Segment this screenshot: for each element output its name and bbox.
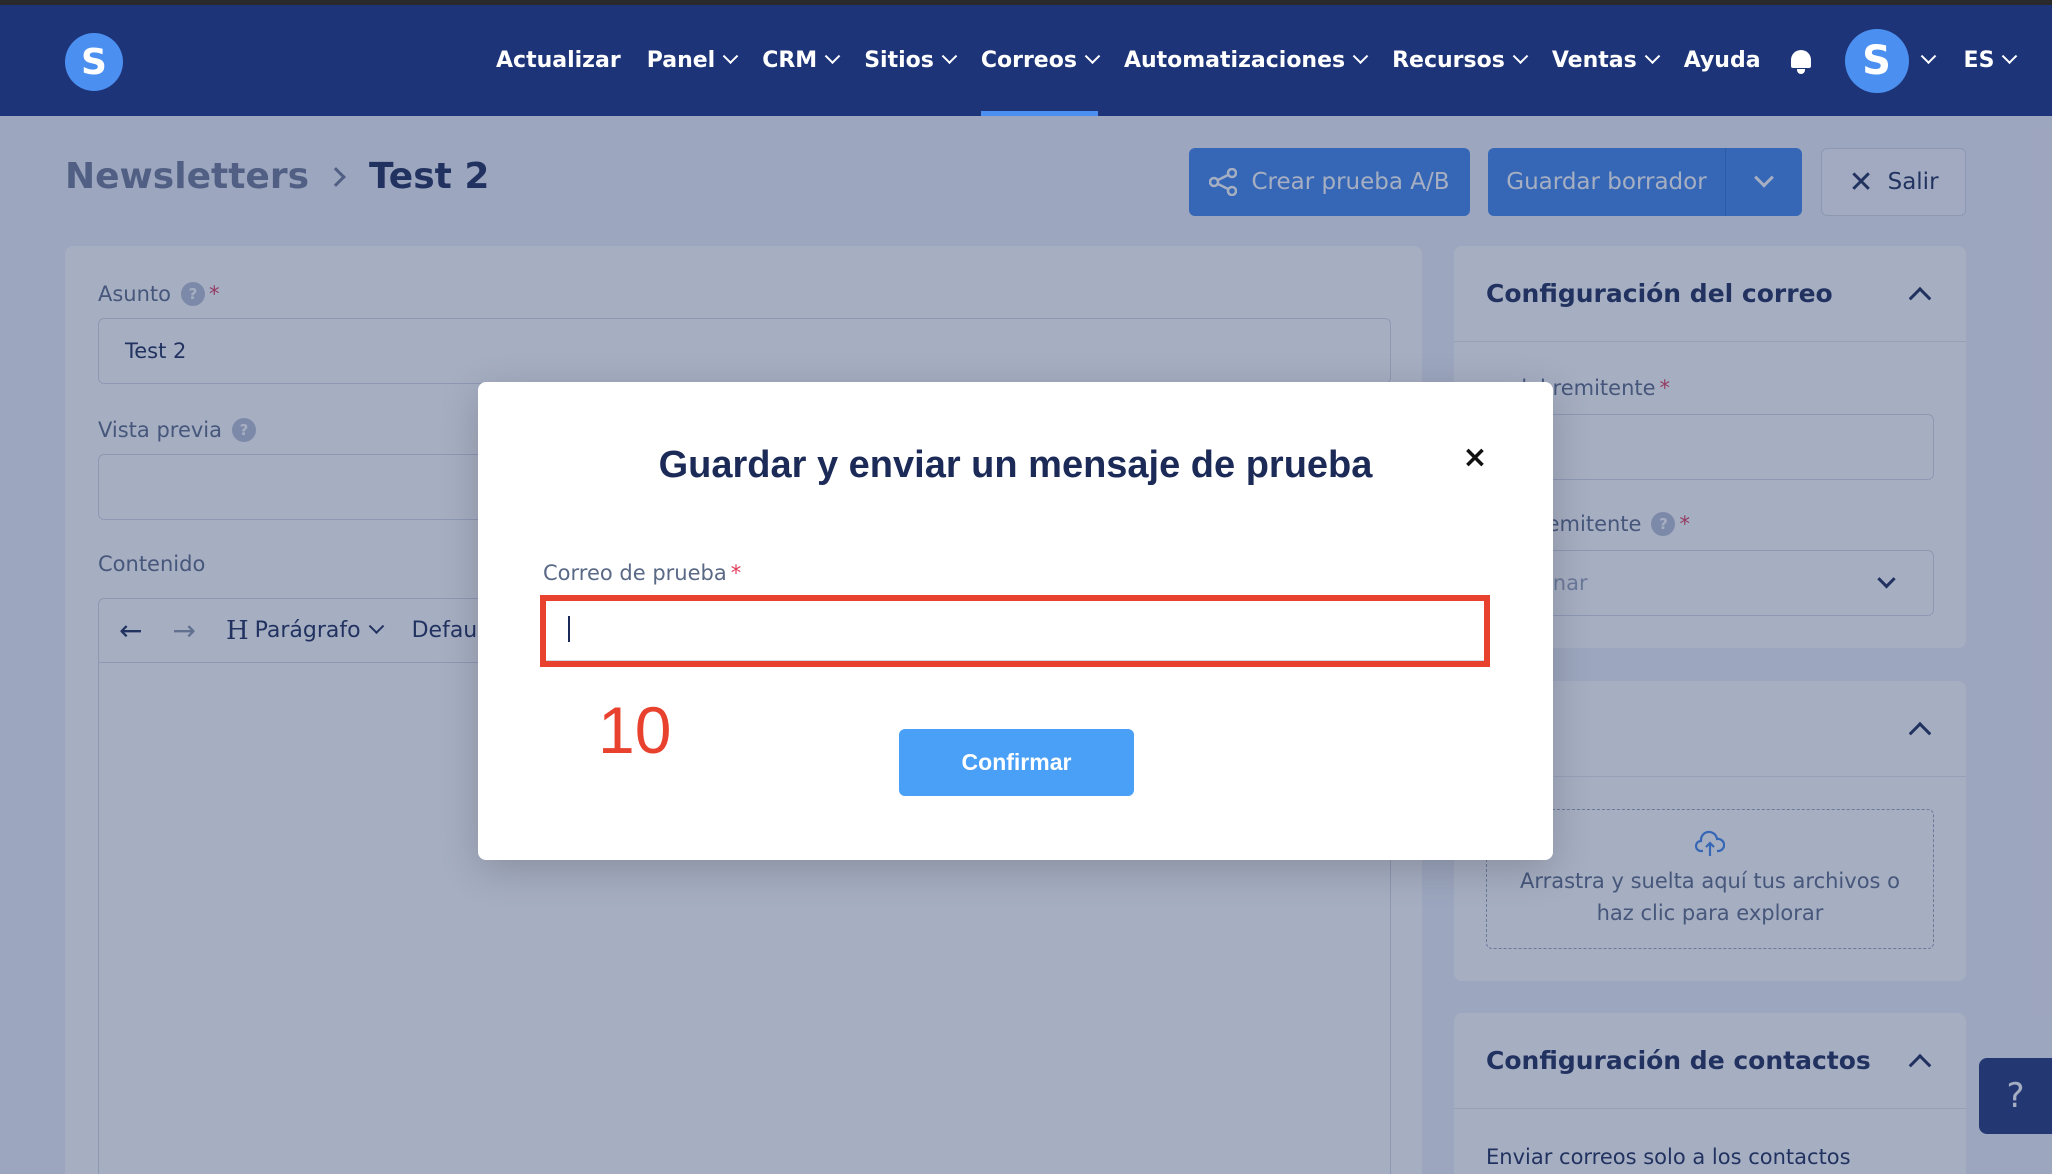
text-cursor	[568, 616, 570, 642]
nav-item-crm[interactable]: CRM	[762, 5, 841, 116]
annotation-step-number: 10	[598, 693, 672, 767]
nav-item-label: Panel	[646, 48, 716, 73]
chevron-down-icon	[1352, 48, 1369, 65]
chevron-down-icon	[1644, 48, 1660, 65]
app-logo[interactable]: S	[65, 33, 123, 91]
required-marker: *	[730, 561, 742, 585]
language-selector[interactable]: ES	[1963, 5, 2018, 116]
test-email-input[interactable]	[543, 597, 1487, 661]
chevron-down-icon	[722, 48, 739, 65]
nav-item-label: Actualizar	[496, 48, 621, 73]
nav-item-label: Ventas	[1551, 48, 1637, 73]
language-label: ES	[1963, 48, 1995, 73]
nav-item-ventas[interactable]: Ventas	[1551, 5, 1660, 116]
nav-item-automatizaciones[interactable]: Automatizaciones	[1123, 5, 1369, 116]
chevron-down-icon	[1084, 48, 1101, 65]
chevron-down-icon	[941, 48, 958, 65]
close-icon[interactable]: ×	[1460, 440, 1490, 475]
nav-item-label: Recursos	[1392, 48, 1505, 73]
chevron-down-icon	[2002, 48, 2018, 65]
nav-item-correos[interactable]: Correos	[980, 5, 1101, 116]
chevron-down-icon[interactable]	[1920, 48, 1936, 65]
test-email-label-text: Correo de prueba	[543, 561, 727, 585]
top-navbar: S Actualizar Panel CRM Sitios Correos Au…	[0, 5, 2052, 116]
nav-item-label: Correos	[980, 48, 1077, 73]
chevron-down-icon	[1512, 48, 1529, 65]
test-email-label: Correo de prueba *	[543, 561, 741, 585]
nav-item-label: Ayuda	[1683, 48, 1761, 73]
nav-item-label: CRM	[762, 48, 818, 73]
bell-icon[interactable]	[1787, 47, 1815, 75]
nav-item-actualizar[interactable]: Actualizar	[496, 5, 621, 116]
confirm-button[interactable]: Confirmar	[899, 729, 1134, 796]
chevron-down-icon	[824, 48, 841, 65]
nav-item-ayuda[interactable]: Ayuda	[1684, 5, 1761, 116]
nav-item-label: Automatizaciones	[1123, 48, 1346, 73]
nav-item-recursos[interactable]: Recursos	[1392, 5, 1529, 116]
test-message-modal: Guardar y enviar un mensaje de prueba × …	[478, 382, 1553, 860]
nav-menu: Actualizar Panel CRM Sitios Correos Auto…	[496, 5, 2041, 116]
nav-item-label: Sitios	[864, 48, 934, 73]
avatar[interactable]: S	[1844, 28, 1909, 93]
modal-title: Guardar y enviar un mensaje de prueba	[658, 444, 1373, 486]
nav-item-panel[interactable]: Panel	[646, 5, 739, 116]
nav-item-sitios[interactable]: Sitios	[864, 5, 958, 116]
